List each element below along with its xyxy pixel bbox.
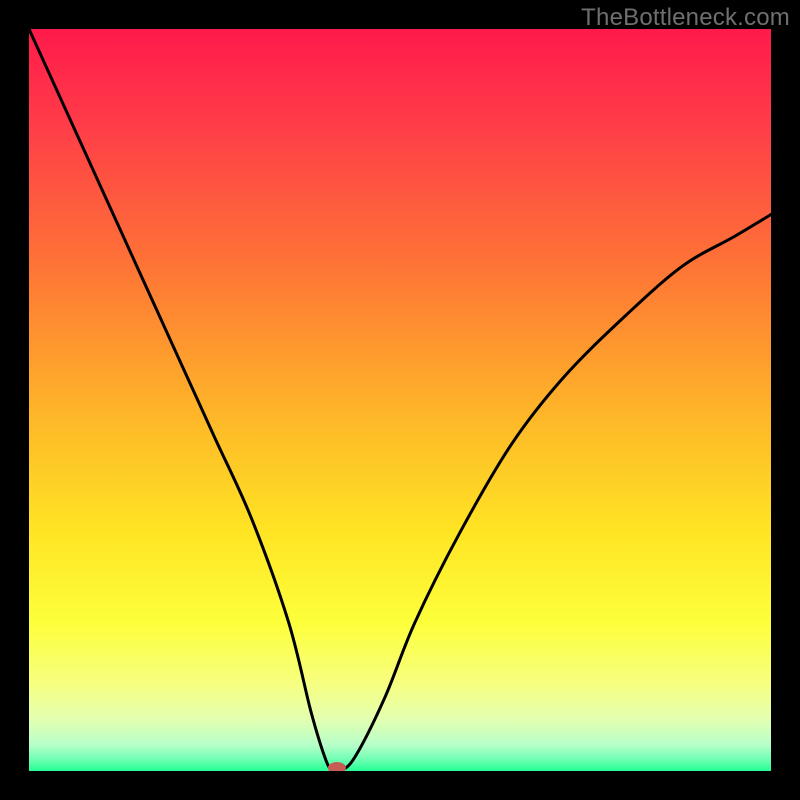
chart-frame: TheBottleneck.com — [0, 0, 800, 800]
watermark-text: TheBottleneck.com — [581, 4, 790, 32]
chart-svg — [29, 29, 771, 771]
plot-area — [29, 29, 771, 771]
